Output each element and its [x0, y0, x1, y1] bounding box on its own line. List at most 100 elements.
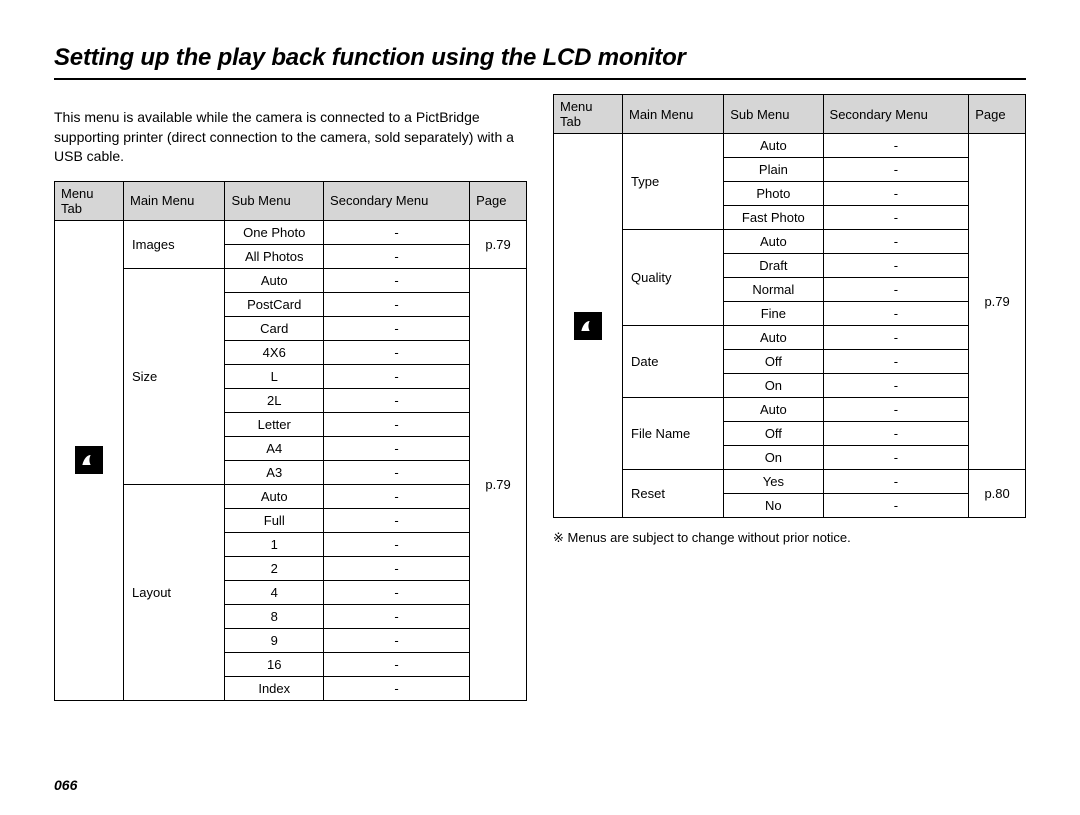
col-secondary-menu: Secondary Menu — [324, 181, 470, 220]
sec-cell: - — [823, 206, 969, 230]
sub-cell: 2L — [225, 388, 324, 412]
sub-cell: A4 — [225, 436, 324, 460]
menu-tab-icon-cell — [554, 134, 623, 518]
sub-cell: 8 — [225, 604, 324, 628]
sec-cell: - — [324, 580, 470, 604]
main-date: Date — [623, 326, 724, 398]
sub-cell: A3 — [225, 460, 324, 484]
sub-cell: Fast Photo — [724, 206, 823, 230]
sub-cell: Letter — [225, 412, 324, 436]
sec-cell: - — [823, 302, 969, 326]
col-page: Page — [470, 181, 527, 220]
sub-cell: 9 — [225, 628, 324, 652]
sub-cell: Draft — [724, 254, 823, 278]
sub-cell: 16 — [225, 652, 324, 676]
sub-cell: Off — [724, 350, 823, 374]
sec-cell: - — [823, 398, 969, 422]
sec-cell: - — [324, 532, 470, 556]
sub-cell: Full — [225, 508, 324, 532]
main-quality: Quality — [623, 230, 724, 326]
main-reset: Reset — [623, 470, 724, 518]
sec-cell: - — [324, 268, 470, 292]
sec-cell: - — [823, 446, 969, 470]
sec-cell: - — [324, 460, 470, 484]
sec-cell: - — [324, 604, 470, 628]
pictbridge-icon — [574, 312, 602, 340]
page-title: Setting up the play back function using … — [54, 44, 1026, 72]
sec-cell: - — [324, 508, 470, 532]
sec-cell: - — [823, 374, 969, 398]
col-main-menu: Main Menu — [124, 181, 225, 220]
page-ref: p.79 — [470, 220, 527, 268]
sub-cell: All Photos — [225, 244, 324, 268]
sub-cell: Off — [724, 422, 823, 446]
sub-cell: Auto — [724, 326, 823, 350]
page-ref: p.80 — [969, 470, 1026, 518]
sec-cell: - — [823, 422, 969, 446]
sub-cell: 4 — [225, 580, 324, 604]
sub-cell: Auto — [724, 134, 823, 158]
sub-cell: No — [724, 494, 823, 518]
sub-cell: Auto — [724, 398, 823, 422]
col-menu-tab: Menu Tab — [55, 181, 124, 220]
intro-text: This menu is available while the camera … — [54, 108, 527, 167]
sec-cell: - — [324, 316, 470, 340]
sec-cell: - — [324, 244, 470, 268]
col-sub-menu: Sub Menu — [225, 181, 324, 220]
main-type: Type — [623, 134, 724, 230]
main-filename: File Name — [623, 398, 724, 470]
main-layout: Layout — [124, 484, 225, 700]
sub-cell: Normal — [724, 278, 823, 302]
sec-cell: - — [324, 652, 470, 676]
sub-cell: Yes — [724, 470, 823, 494]
sec-cell: - — [823, 254, 969, 278]
sec-cell: - — [324, 340, 470, 364]
sec-cell: - — [823, 230, 969, 254]
sub-cell: On — [724, 374, 823, 398]
pictbridge-icon — [75, 446, 103, 474]
right-menu-table: Menu Tab Main Menu Sub Menu Secondary Me… — [553, 94, 1026, 518]
sec-cell: - — [324, 220, 470, 244]
sec-cell: - — [823, 182, 969, 206]
sec-cell: - — [324, 388, 470, 412]
main-images: Images — [124, 220, 225, 268]
sec-cell: - — [324, 412, 470, 436]
sub-cell: 2 — [225, 556, 324, 580]
sub-cell: PostCard — [225, 292, 324, 316]
sec-cell: - — [823, 350, 969, 374]
sub-cell: L — [225, 364, 324, 388]
sec-cell: - — [823, 470, 969, 494]
menu-tab-icon-cell — [55, 220, 124, 700]
sec-cell: - — [823, 326, 969, 350]
sub-cell: Plain — [724, 158, 823, 182]
sub-cell: Photo — [724, 182, 823, 206]
sub-cell: 1 — [225, 532, 324, 556]
sub-cell: One Photo — [225, 220, 324, 244]
sec-cell: - — [324, 364, 470, 388]
sec-cell: - — [823, 134, 969, 158]
page-number: 066 — [54, 777, 77, 793]
sub-cell: Auto — [225, 268, 324, 292]
sub-cell: Fine — [724, 302, 823, 326]
sec-cell: - — [324, 436, 470, 460]
col-secondary-menu: Secondary Menu — [823, 95, 969, 134]
footnote-text: ※ Menus are subject to change without pr… — [553, 530, 1026, 546]
col-menu-tab: Menu Tab — [554, 95, 623, 134]
sec-cell: - — [324, 628, 470, 652]
sec-cell: - — [324, 292, 470, 316]
sec-cell: - — [324, 676, 470, 700]
main-size: Size — [124, 268, 225, 484]
sub-cell: On — [724, 446, 823, 470]
sub-cell: Index — [225, 676, 324, 700]
page-ref: p.79 — [969, 134, 1026, 470]
sub-cell: Auto — [225, 484, 324, 508]
sub-cell: Auto — [724, 230, 823, 254]
sec-cell: - — [324, 484, 470, 508]
left-menu-table: Menu Tab Main Menu Sub Menu Secondary Me… — [54, 181, 527, 701]
sub-cell: Card — [225, 316, 324, 340]
title-underline — [54, 78, 1026, 80]
col-sub-menu: Sub Menu — [724, 95, 823, 134]
sec-cell: - — [324, 556, 470, 580]
col-main-menu: Main Menu — [623, 95, 724, 134]
sec-cell: - — [823, 494, 969, 518]
